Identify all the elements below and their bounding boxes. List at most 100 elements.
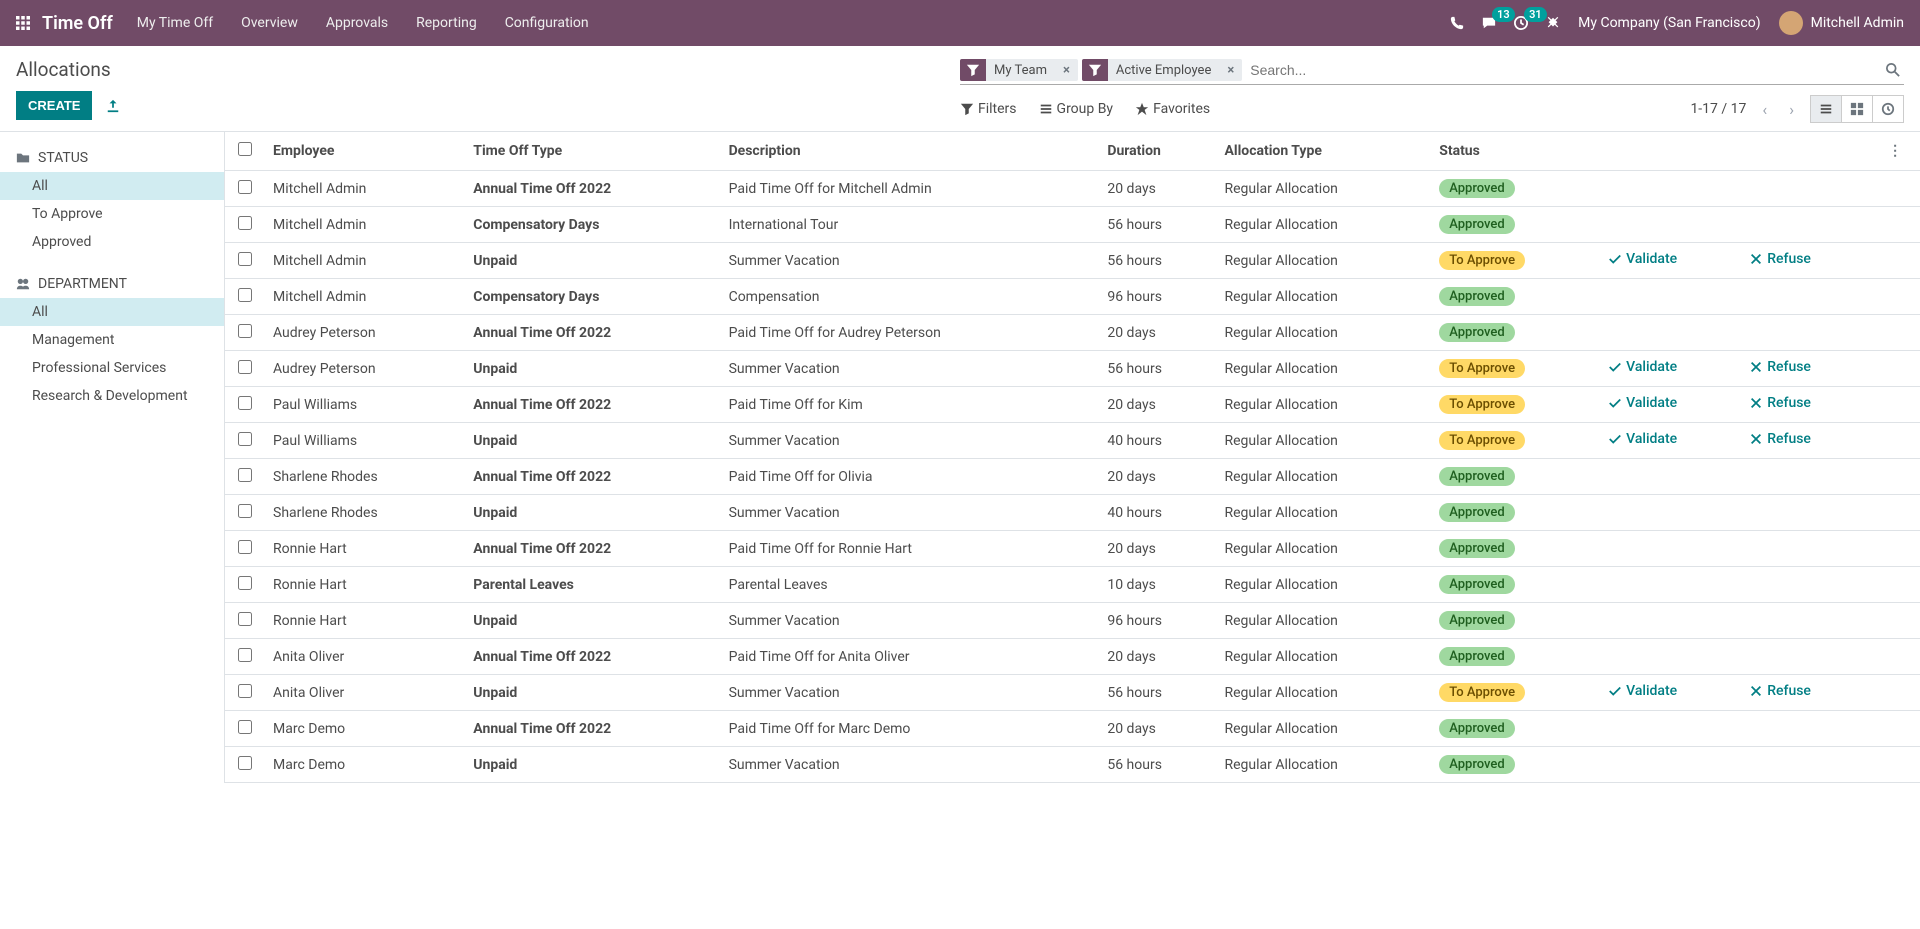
row-checkbox[interactable] [238, 396, 252, 410]
th-optional-fields[interactable]: ⋮ [1870, 132, 1920, 171]
row-checkbox[interactable] [238, 288, 252, 302]
row-checkbox[interactable] [238, 720, 252, 734]
row-checkbox[interactable] [238, 252, 252, 266]
users-icon [16, 277, 30, 292]
th-status[interactable]: Status [1431, 132, 1600, 171]
th-description[interactable]: Description [721, 132, 1100, 171]
company-selector[interactable]: My Company (San Francisco) [1578, 15, 1760, 31]
folder-icon [16, 151, 30, 166]
validate-button[interactable]: Validate [1608, 395, 1677, 411]
table-row[interactable]: Anita OliverAnnual Time Off 2022Paid Tim… [225, 639, 1920, 675]
refuse-button[interactable]: Refuse [1749, 395, 1811, 411]
table-row[interactable]: Marc DemoAnnual Time Off 2022Paid Time O… [225, 711, 1920, 747]
cell-validate: Validate [1600, 387, 1741, 423]
row-checkbox[interactable] [238, 468, 252, 482]
validate-button[interactable]: Validate [1608, 431, 1677, 447]
row-checkbox[interactable] [238, 360, 252, 374]
menu-item[interactable]: Configuration [505, 15, 589, 31]
sidebar-status-item[interactable]: Approved [0, 228, 224, 256]
select-all-checkbox[interactable] [238, 142, 252, 156]
validate-button[interactable]: Validate [1608, 359, 1677, 375]
th-employee[interactable]: Employee [265, 132, 465, 171]
table-row[interactable]: Mitchell AdminUnpaidSummer Vacation56 ho… [225, 243, 1920, 279]
sidebar-dept-item[interactable]: All [0, 298, 224, 326]
status-badge: To Approve [1439, 431, 1525, 450]
refuse-button[interactable]: Refuse [1749, 431, 1811, 447]
table-row[interactable]: Anita OliverUnpaidSummer Vacation56 hour… [225, 675, 1920, 711]
table-row[interactable]: Audrey PetersonAnnual Time Off 2022Paid … [225, 315, 1920, 351]
row-checkbox[interactable] [238, 216, 252, 230]
table-row[interactable]: Ronnie HartUnpaidSummer Vacation96 hours… [225, 603, 1920, 639]
refuse-button[interactable]: Refuse [1749, 683, 1811, 699]
create-button[interactable]: CREATE [16, 91, 92, 120]
sidebar-dept-item[interactable]: Management [0, 326, 224, 354]
row-checkbox[interactable] [238, 684, 252, 698]
table-row[interactable]: Mitchell AdminCompensatory DaysInternati… [225, 207, 1920, 243]
apps-icon[interactable] [16, 15, 30, 31]
th-duration[interactable]: Duration [1099, 132, 1216, 171]
avatar [1779, 11, 1803, 35]
table-row[interactable]: Paul WilliamsAnnual Time Off 2022Paid Ti… [225, 387, 1920, 423]
table-row[interactable]: Audrey PetersonUnpaidSummer Vacation56 h… [225, 351, 1920, 387]
row-checkbox[interactable] [238, 540, 252, 554]
sidebar-status-item[interactable]: All [0, 172, 224, 200]
table-row[interactable]: Paul WilliamsUnpaidSummer Vacation40 hou… [225, 423, 1920, 459]
row-checkbox[interactable] [238, 432, 252, 446]
cell-validate [1600, 171, 1741, 207]
app-brand[interactable]: Time Off [42, 13, 113, 34]
table-row[interactable]: Mitchell AdminAnnual Time Off 2022Paid T… [225, 171, 1920, 207]
pager-text[interactable]: 1-17 / 17 [1690, 101, 1746, 117]
refuse-button[interactable]: Refuse [1749, 251, 1811, 267]
menu-item[interactable]: My Time Off [137, 15, 213, 31]
debug-icon[interactable] [1546, 15, 1560, 31]
import-icon[interactable] [106, 98, 120, 114]
row-checkbox[interactable] [238, 324, 252, 338]
search-input[interactable] [1246, 58, 1878, 82]
filters-button[interactable]: Filters [960, 101, 1017, 117]
groupby-button[interactable]: Group By [1039, 101, 1114, 117]
table-row[interactable]: Ronnie HartAnnual Time Off 2022Paid Time… [225, 531, 1920, 567]
search-bar[interactable]: My Team×Active Employee× [960, 58, 1904, 85]
cell-validate [1600, 279, 1741, 315]
activities-icon[interactable]: 31 [1514, 15, 1528, 31]
table-row[interactable]: Ronnie HartParental LeavesParental Leave… [225, 567, 1920, 603]
user-menu[interactable]: Mitchell Admin [1779, 11, 1904, 35]
th-alloc-type[interactable]: Allocation Type [1216, 132, 1431, 171]
menu-item[interactable]: Approvals [326, 15, 388, 31]
sidebar-dept-header: DEPARTMENT [0, 270, 224, 298]
table-row[interactable]: Mitchell AdminCompensatory DaysCompensat… [225, 279, 1920, 315]
menu-item[interactable]: Overview [241, 15, 298, 31]
row-checkbox[interactable] [238, 648, 252, 662]
row-checkbox[interactable] [238, 180, 252, 194]
cell-type: Annual Time Off 2022 [465, 315, 720, 351]
search-icon[interactable] [1882, 62, 1904, 78]
th-type[interactable]: Time Off Type [465, 132, 720, 171]
menu-item[interactable]: Reporting [416, 15, 477, 31]
facet-remove-icon[interactable]: × [1219, 60, 1242, 81]
cell-type: Compensatory Days [465, 207, 720, 243]
view-activity-icon[interactable] [1873, 95, 1904, 123]
refuse-button[interactable]: Refuse [1749, 359, 1811, 375]
pager-next-icon[interactable]: › [1783, 96, 1800, 123]
sidebar-dept-item[interactable]: Professional Services [0, 354, 224, 382]
table-row[interactable]: Marc DemoUnpaidSummer Vacation56 hoursRe… [225, 747, 1920, 783]
validate-button[interactable]: Validate [1608, 683, 1677, 699]
sidebar-status-item[interactable]: To Approve [0, 200, 224, 228]
table-row[interactable]: Sharlene RhodesUnpaidSummer Vacation40 h… [225, 495, 1920, 531]
messaging-icon[interactable]: 13 [1482, 15, 1496, 31]
user-name: Mitchell Admin [1811, 15, 1904, 31]
row-checkbox[interactable] [238, 576, 252, 590]
validate-button[interactable]: Validate [1608, 251, 1677, 267]
view-kanban-icon[interactable] [1842, 95, 1873, 123]
favorites-button[interactable]: Favorites [1135, 101, 1210, 117]
phone-icon[interactable] [1450, 15, 1464, 31]
row-checkbox[interactable] [238, 504, 252, 518]
sidebar-dept-item[interactable]: Research & Development [0, 382, 224, 410]
pager-prev-icon[interactable]: ‹ [1756, 96, 1773, 123]
facet-remove-icon[interactable]: × [1055, 60, 1078, 81]
view-list-icon[interactable] [1810, 95, 1842, 123]
table-row[interactable]: Sharlene RhodesAnnual Time Off 2022Paid … [225, 459, 1920, 495]
row-checkbox[interactable] [238, 612, 252, 626]
cell-description: Paid Time Off for Kim [721, 387, 1100, 423]
row-checkbox[interactable] [238, 756, 252, 770]
